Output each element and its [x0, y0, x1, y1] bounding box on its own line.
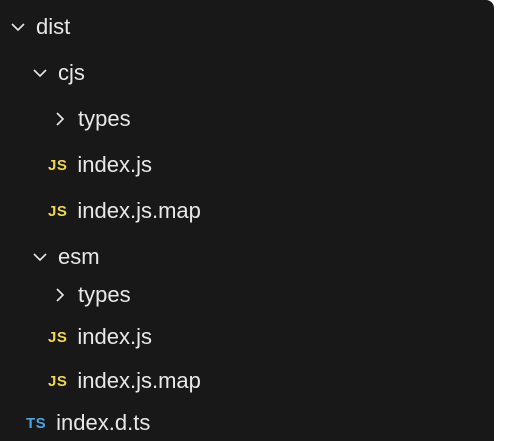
- file-explorer-tree: dist cjs types JS index.js JS index.js.m…: [0, 0, 494, 441]
- js-file-icon: JS: [48, 156, 68, 174]
- file-label: index.js: [77, 324, 152, 349]
- folder-dist[interactable]: dist: [0, 4, 494, 50]
- folder-label: dist: [36, 14, 71, 39]
- folder-cjs-types[interactable]: types: [0, 96, 494, 142]
- folder-cjs[interactable]: cjs: [0, 50, 494, 96]
- folder-label: types: [78, 106, 131, 131]
- file-label: index.js.map: [77, 368, 201, 393]
- file-label: index.js.map: [77, 198, 201, 223]
- js-file-icon: JS: [48, 202, 68, 220]
- chevron-right-icon: [50, 109, 70, 129]
- file-esm-index-js[interactable]: JS index.js: [0, 314, 494, 360]
- chevron-down-icon: [30, 63, 50, 83]
- file-index-d-ts[interactable]: TS index.d.ts: [0, 400, 494, 441]
- file-esm-index-js-map[interactable]: JS index.js.map: [0, 358, 494, 404]
- folder-esm-types[interactable]: types: [0, 272, 494, 318]
- folder-label: cjs: [58, 60, 85, 85]
- folder-label: types: [78, 282, 131, 307]
- file-label: index.d.ts: [56, 410, 151, 435]
- file-cjs-index-js-map[interactable]: JS index.js.map: [0, 188, 494, 234]
- chevron-right-icon: [50, 285, 70, 305]
- folder-label: esm: [58, 244, 100, 269]
- js-file-icon: JS: [48, 328, 68, 346]
- file-label: index.js: [77, 152, 152, 177]
- file-cjs-index-js[interactable]: JS index.js: [0, 142, 494, 188]
- chevron-down-icon: [8, 17, 28, 37]
- chevron-down-icon: [30, 247, 50, 267]
- ts-file-icon: TS: [26, 414, 47, 432]
- js-file-icon: JS: [48, 372, 68, 390]
